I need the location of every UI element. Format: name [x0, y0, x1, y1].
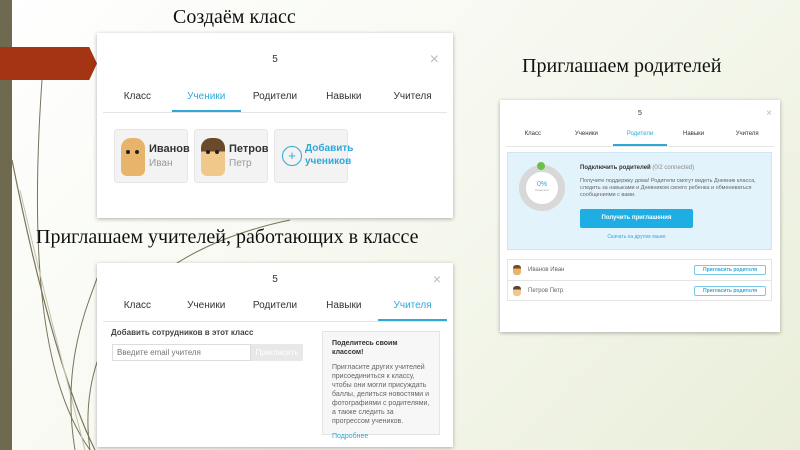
parents-panel: 5 × Класс Ученики Родители Навыки Учител… [500, 100, 780, 332]
caption-create-class: Создаём класс [173, 6, 296, 28]
tab-bar: Класс Ученики Родители Навыки Учителя [103, 91, 447, 113]
student-first-name: Петр [229, 158, 252, 169]
class-title: 5 [638, 110, 642, 117]
connect-title: Подключить родителей (0/2 connected) [580, 165, 695, 171]
progress-ring: 0% Родители [519, 165, 565, 211]
add-students-label: Добавить учеников [305, 143, 354, 167]
share-title: Поделитесь своим классом! [332, 340, 398, 356]
tab-skills[interactable]: Навыки [309, 300, 378, 321]
tab-students[interactable]: Ученики [560, 131, 614, 146]
tab-skills[interactable]: Навыки [667, 131, 721, 146]
share-text: Пригласите других учителей присоединитьс… [332, 364, 430, 425]
tab-teachers[interactable]: Учителя [378, 300, 447, 321]
class-title: 5 [272, 274, 278, 285]
student-card[interactable]: Петров Петр [194, 129, 268, 183]
student-last-name: Иванов [149, 143, 190, 155]
invite-teacher-button[interactable]: Пригласить [251, 344, 303, 361]
add-students-button[interactable]: + Добавить учеников [274, 129, 353, 183]
student-last-name: Петров [229, 143, 269, 155]
tab-teachers[interactable]: Учителя [720, 131, 774, 146]
tab-bar: Класс Ученики Родители Навыки Учителя [103, 300, 447, 322]
tab-students[interactable]: Ученики [171, 91, 241, 112]
tab-skills[interactable]: Навыки [309, 91, 378, 112]
parent-row: Петров Петр Пригласить родителя [508, 281, 771, 301]
student-first-name: Иван [149, 158, 173, 169]
student-avatar [201, 138, 225, 176]
tab-parents[interactable]: Родители [241, 91, 310, 112]
student-avatar [513, 265, 521, 275]
close-icon[interactable]: × [766, 108, 772, 119]
teacher-email-input[interactable] [112, 344, 251, 361]
student-name: Иванов Иван [528, 267, 565, 273]
invite-parent-button[interactable]: Пригласить родителя [693, 265, 766, 275]
tab-teachers[interactable]: Учителя [378, 91, 447, 112]
tab-parents[interactable]: Родители [241, 300, 310, 321]
students-panel: 5 × Класс Ученики Родители Навыки Учител… [97, 33, 453, 218]
progress-sub: Родители [535, 188, 549, 192]
add-staff-heading: Добавить сотрудников в этот класс [111, 328, 254, 337]
progress-dot [537, 162, 545, 170]
tab-class[interactable]: Класс [506, 131, 560, 146]
student-avatar [513, 286, 521, 296]
share-class-box: Поделитесь своим классом! Пригласите дру… [322, 331, 440, 440]
student-card[interactable]: Иванов Иван [114, 129, 190, 183]
tab-bar: Класс Ученики Родители Навыки Учителя [506, 131, 774, 147]
tab-class[interactable]: Класс [103, 91, 172, 112]
close-icon[interactable]: × [433, 271, 441, 287]
close-icon[interactable]: × [430, 51, 439, 69]
invite-parent-button[interactable]: Пригласить родителя [693, 286, 766, 296]
parents-list: Иванов Иван Пригласить родителя Петров П… [507, 259, 772, 301]
student-avatar [121, 138, 145, 176]
connect-parents-box: 0% Родители Подключить родителей (0/2 co… [507, 152, 772, 250]
progress-percent: 0% [536, 181, 548, 188]
more-link[interactable]: Подробнее [332, 432, 430, 441]
parent-row: Иванов Иван Пригласить родителя [508, 260, 771, 281]
teachers-panel: 5 × Класс Ученики Родители Навыки Учител… [97, 263, 453, 447]
tab-students[interactable]: Ученики [172, 300, 241, 321]
caption-invite-teachers: Приглашаем учителей, работающих в классе [36, 226, 419, 248]
class-title: 5 [272, 54, 278, 65]
student-name: Петров Петр [528, 288, 564, 294]
caption-invite-parents: Приглашаем родителей [522, 55, 722, 77]
other-language-link[interactable]: Скачать на другом языке [580, 234, 693, 240]
plus-icon: + [282, 146, 302, 166]
get-invites-button[interactable]: Получить приглашения [580, 209, 693, 228]
tab-class[interactable]: Класс [103, 300, 172, 321]
tab-parents[interactable]: Родители [613, 131, 667, 146]
connect-text: Получите поддержку дома! Родители смогут… [580, 178, 756, 198]
